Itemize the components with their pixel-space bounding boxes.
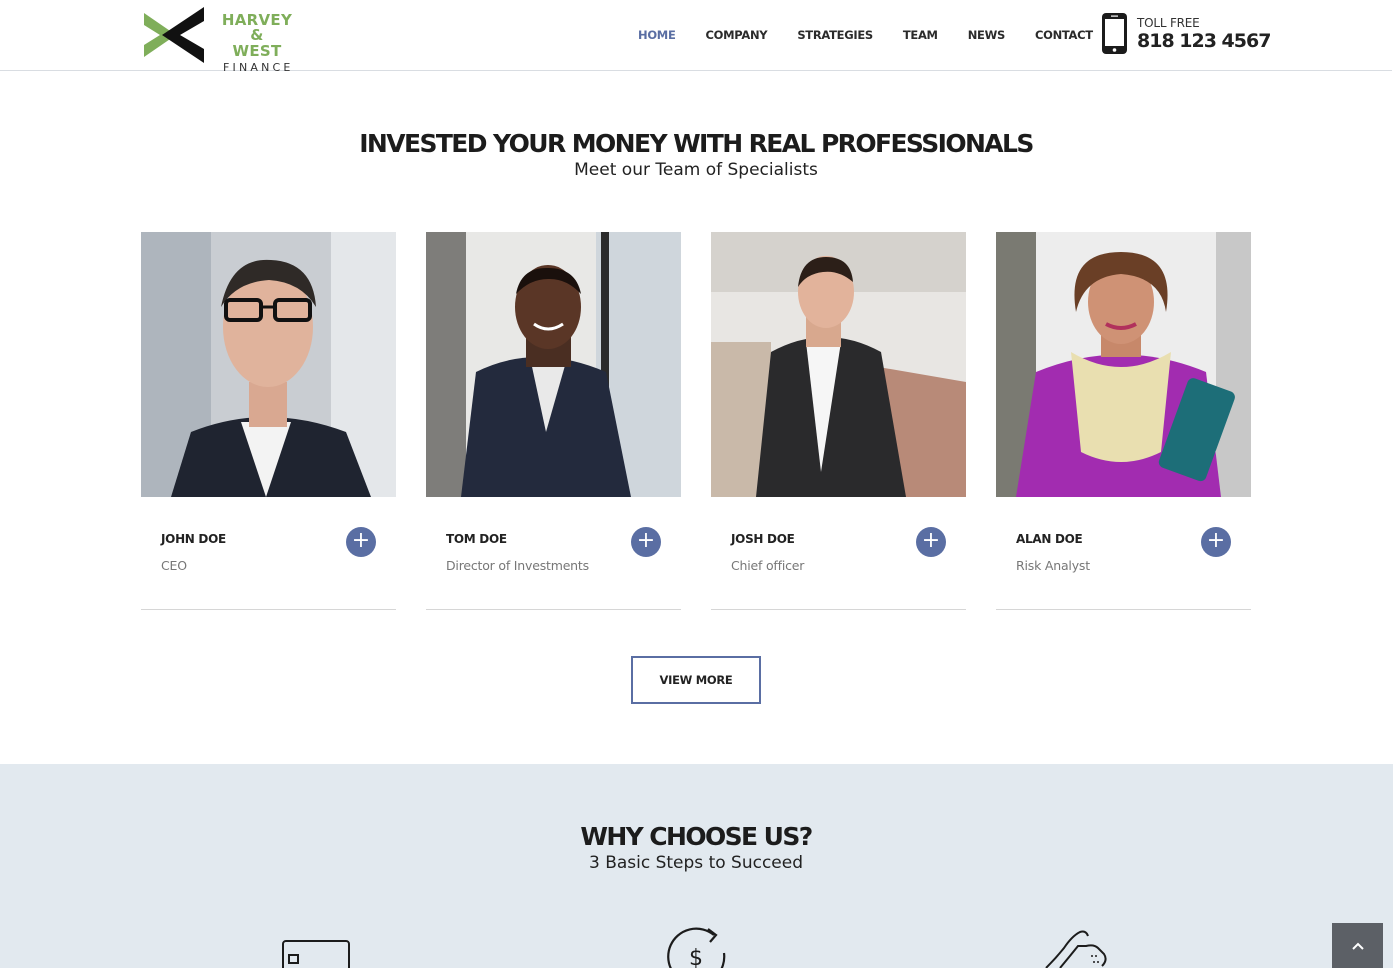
logo-text-west: WEST	[232, 42, 282, 60]
member-name: JOSH DOE	[731, 532, 795, 546]
member-role: Director of Investments	[446, 558, 589, 573]
brand-logo[interactable]: HARVEY & WEST FINANCE	[142, 5, 302, 73]
dollar-cycle-icon: $	[667, 927, 726, 968]
toll-free-phone[interactable]: TOLL FREE 818 123 4567	[1101, 13, 1271, 57]
expand-member-button[interactable]: +	[631, 527, 661, 557]
nav-news[interactable]: NEWS	[968, 28, 1006, 42]
phone-number[interactable]: 818 123 4567	[1137, 30, 1271, 52]
why-section-subtitle: 3 Basic Steps to Succeed	[588, 853, 804, 873]
team-member-card: ALAN DOE Risk Analyst +	[996, 232, 1251, 610]
member-photo[interactable]	[426, 232, 681, 497]
nav-home[interactable]: HOME	[638, 28, 676, 42]
logo-text-harvey: HARVEY &	[221, 11, 293, 44]
member-photo[interactable]	[996, 232, 1251, 497]
team-member-card: JOSH DOE Chief officer +	[711, 232, 966, 610]
svg-text:$: $	[689, 946, 703, 968]
member-role: CEO	[161, 558, 187, 573]
expand-member-button[interactable]: +	[346, 527, 376, 557]
member-role: Risk Analyst	[1016, 558, 1090, 573]
logo-text-finance: FINANCE	[223, 61, 294, 74]
mobile-phone-icon	[1102, 13, 1127, 54]
expand-member-button[interactable]: +	[916, 527, 946, 557]
view-more-button[interactable]: VIEW MORE	[631, 656, 761, 704]
member-name: ALAN DOE	[1016, 532, 1083, 546]
member-role: Chief officer	[731, 558, 805, 573]
member-photo[interactable]	[141, 232, 396, 497]
site-header: HARVEY & WEST FINANCE HOME COMPANY STRAT…	[0, 0, 1392, 73]
nav-company[interactable]: COMPANY	[706, 28, 768, 42]
why-section-title: WHY CHOOSE US?	[580, 822, 813, 851]
toll-free-label: TOLL FREE	[1137, 16, 1200, 30]
team-section-subtitle: Meet our Team of Specialists	[574, 160, 818, 180]
member-name: JOHN DOE	[161, 532, 226, 546]
scroll-to-top-button[interactable]	[1332, 923, 1383, 968]
team-section-title: INVESTED YOUR MONEY WITH REAL PROFESSION…	[359, 129, 1034, 158]
nav-contact[interactable]: CONTACT	[1035, 28, 1093, 42]
chevron-up-icon	[1351, 942, 1364, 950]
nav-strategies[interactable]: STRATEGIES	[797, 28, 873, 42]
credit-card-icon	[282, 940, 350, 968]
member-photo[interactable]	[711, 232, 966, 497]
handshake-icon	[1045, 930, 1107, 968]
logo-arrows-icon	[144, 7, 204, 63]
member-name: TOM DOE	[446, 532, 507, 546]
nav-team[interactable]: TEAM	[903, 28, 938, 42]
team-member-card: JOHN DOE CEO +	[141, 232, 396, 610]
team-member-card: TOM DOE Director of Investments +	[426, 232, 681, 610]
expand-member-button[interactable]: +	[1201, 527, 1231, 557]
main-nav: HOME COMPANY STRATEGIES TEAM NEWS CONTAC…	[638, 28, 1123, 42]
